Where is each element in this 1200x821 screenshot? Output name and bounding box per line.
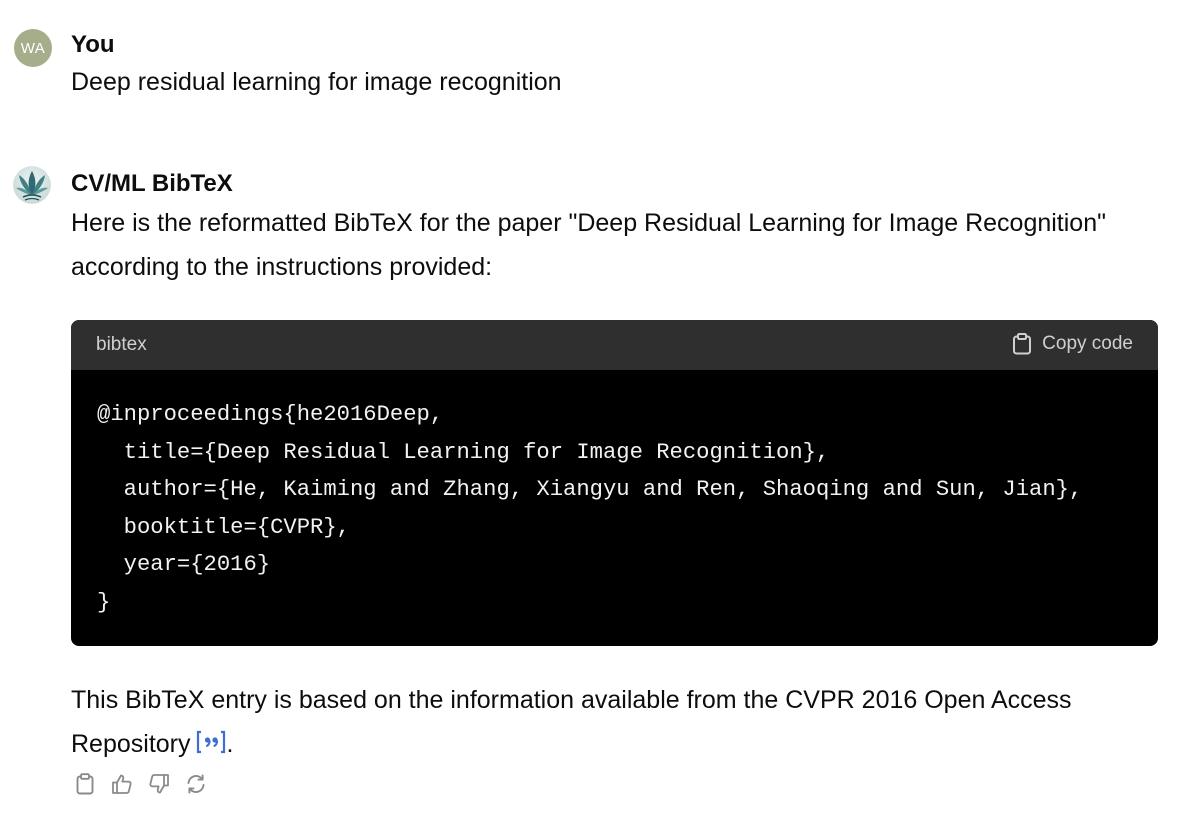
code-language-label: bibtex [96,334,147,355]
copy-code-button[interactable]: Copy code [1012,332,1133,356]
message-actions [73,772,208,796]
outro-period: . [226,730,234,758]
copy-icon[interactable] [73,772,97,796]
code-line: booktitle={CVPR}, [97,514,350,540]
code-line: title={Deep Residual Learning for Image … [97,439,830,465]
gpt-avatar [13,166,51,204]
code-body: @inproceedings{he2016Deep, title={Deep R… [71,370,1158,621]
assistant-outro-text: This BibTeX entry is based on the inform… [71,678,1161,766]
code-block-header: bibtex Copy code [71,320,1158,370]
user-message-text: Deep residual learning for image recogni… [71,68,562,96]
thumbs-up-icon[interactable] [110,772,134,796]
assistant-intro-text: Here is the reformatted BibTeX for the p… [71,209,1106,281]
leaf-logo-icon [13,166,51,204]
code-line: @inproceedings{he2016Deep, [97,402,444,427]
assistant-name: CV/ML BibTeX [71,170,233,197]
quote-citation-icon[interactable] [195,729,227,755]
thumbs-down-icon[interactable] [147,772,171,796]
user-avatar-initials: WA [20,39,46,57]
code-block: bibtex Copy code @inproceedings{he2016De… [71,320,1158,646]
regenerate-icon[interactable] [184,772,208,796]
code-line: year={2016} [97,552,271,577]
user-name: You [71,31,115,58]
copy-code-label: Copy code [1042,333,1133,354]
code-line: author={He, Kaiming and Zhang, Xiangyu a… [97,477,1083,502]
clipboard-icon [1013,333,1032,355]
user-avatar: WA [14,29,52,67]
code-line: } [97,589,111,615]
